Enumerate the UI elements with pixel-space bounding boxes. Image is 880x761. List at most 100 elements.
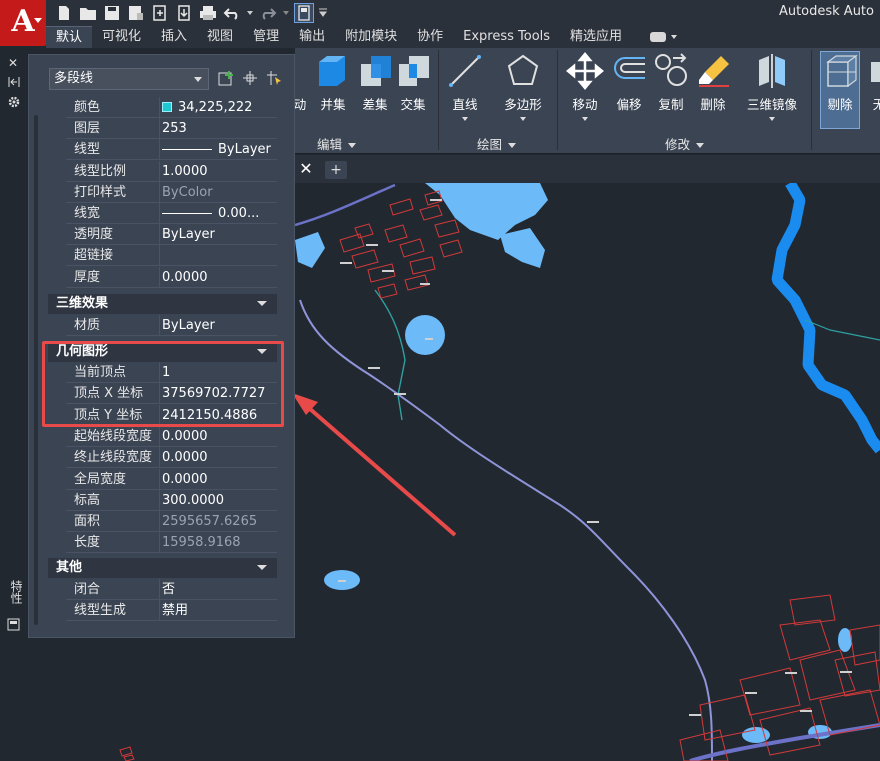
property-row[interactable]: 全局宽度 0.0000 bbox=[66, 468, 277, 490]
tab-visualize[interactable]: 可视化 bbox=[92, 26, 151, 48]
object-type-value: 多段线 bbox=[54, 71, 94, 86]
gear-icon[interactable] bbox=[8, 96, 20, 111]
property-value[interactable]: 34,225,222 bbox=[160, 97, 277, 118]
application-menu-button[interactable]: A bbox=[0, 0, 46, 46]
slice-button[interactable]: 剔除 bbox=[822, 52, 858, 113]
erase-button[interactable]: 删除 bbox=[695, 52, 731, 113]
property-row[interactable]: 图层 253 bbox=[66, 118, 277, 140]
copy-button[interactable]: 复制 bbox=[653, 52, 689, 113]
property-value[interactable]: ByLayer bbox=[160, 315, 277, 336]
property-row[interactable]: 线型 ByLayer bbox=[66, 139, 277, 161]
export-icon[interactable] bbox=[174, 3, 194, 23]
qat-customize-icon[interactable] bbox=[318, 3, 328, 23]
redo-icon[interactable] bbox=[258, 3, 278, 23]
close-icon[interactable]: ✕ bbox=[8, 56, 18, 70]
toggle-pickadd-icon[interactable] bbox=[217, 69, 237, 89]
section-header-3d[interactable]: 三维效果 bbox=[48, 294, 277, 314]
property-row[interactable]: 闭合否 bbox=[66, 579, 277, 600]
select-objects-icon[interactable] bbox=[241, 69, 261, 89]
property-row[interactable]: 超链接 bbox=[66, 245, 277, 267]
property-value[interactable]: ByLayer bbox=[160, 224, 277, 246]
print-icon[interactable] bbox=[198, 3, 218, 23]
mirror3d-button[interactable]: 三维镜像 bbox=[743, 52, 801, 121]
property-value[interactable]: 0.0000 bbox=[160, 468, 277, 490]
new-file-icon[interactable] bbox=[54, 3, 74, 23]
tab-output[interactable]: 输出 bbox=[289, 26, 335, 48]
tab-featured-apps[interactable]: 精选应用 bbox=[560, 26, 632, 48]
property-row[interactable]: 材质 ByLayer bbox=[66, 315, 277, 336]
property-value[interactable]: 0.00... bbox=[160, 203, 277, 224]
save-as-icon[interactable] bbox=[126, 3, 146, 23]
property-value[interactable]: 300.0000 bbox=[160, 489, 277, 511]
panel-label-draw[interactable]: 绘图 bbox=[477, 134, 516, 153]
line-button[interactable]: 直线 bbox=[445, 52, 485, 121]
undo-dropdown-icon[interactable] bbox=[246, 3, 254, 23]
open-folder-icon[interactable] bbox=[78, 3, 98, 23]
property-value[interactable]: 1.0000 bbox=[160, 160, 277, 182]
panel-label-edit[interactable]: 编辑 bbox=[317, 134, 356, 153]
section-header-misc[interactable]: 其他 bbox=[48, 558, 277, 578]
collapse-icon[interactable] bbox=[8, 76, 20, 91]
close-icon[interactable]: ✕ bbox=[295, 159, 317, 181]
property-value[interactable]: 禁用 bbox=[160, 600, 277, 621]
property-row[interactable]: 线宽 0.00... bbox=[66, 203, 277, 224]
workspace-icon[interactable] bbox=[294, 3, 314, 23]
new-tab-button[interactable]: + bbox=[325, 161, 347, 179]
section-header-geometry[interactable]: 几何图形 bbox=[48, 342, 277, 362]
property-value[interactable]: 0.0000 bbox=[160, 425, 277, 447]
palette-menu-icon[interactable] bbox=[7, 618, 20, 634]
property-row[interactable]: 打印样式 ByColor bbox=[66, 181, 277, 203]
property-key: 超链接 bbox=[66, 245, 159, 267]
property-value[interactable]: 2412150.4886 bbox=[160, 404, 277, 426]
import-icon[interactable] bbox=[150, 3, 170, 23]
property-row[interactable]: 标高 300.0000 bbox=[66, 489, 277, 511]
tab-manage[interactable]: 管理 bbox=[243, 26, 289, 48]
section-title: 几何图形 bbox=[56, 344, 109, 359]
tab-view[interactable]: 视图 bbox=[197, 26, 243, 48]
property-row[interactable]: 面积 2595657.6265 bbox=[66, 511, 277, 533]
object-type-select[interactable]: 多段线 bbox=[49, 68, 209, 90]
property-row[interactable]: 颜色 34,225,222 bbox=[66, 97, 277, 118]
tab-addins[interactable]: 附加模块 bbox=[335, 26, 407, 48]
offset-button[interactable]: 偏移 bbox=[611, 52, 647, 113]
quick-select-icon[interactable] bbox=[265, 69, 285, 89]
property-row[interactable]: 线型生成 禁用 bbox=[66, 600, 277, 621]
tab-collaborate[interactable]: 协作 bbox=[407, 26, 453, 48]
property-value[interactable]: 0.0000 bbox=[160, 266, 277, 288]
cut-button[interactable]: 无 bbox=[869, 52, 880, 113]
tab-default[interactable]: 默认 bbox=[46, 26, 93, 48]
property-value[interactable]: 253 bbox=[160, 118, 277, 140]
polygon-button[interactable]: 多边形 bbox=[501, 52, 545, 121]
property-row[interactable]: 顶点 Y 坐标 2412150.4886 bbox=[66, 404, 277, 426]
tab-insert[interactable]: 插入 bbox=[151, 26, 197, 48]
panel-label-modify[interactable]: 修改 bbox=[665, 134, 704, 153]
drawing-canvas[interactable] bbox=[295, 183, 880, 761]
property-row[interactable]: 起始线段宽度 0.0000 bbox=[66, 425, 277, 447]
property-value[interactable]: 37569702.7727 bbox=[160, 383, 277, 405]
property-row[interactable]: 厚度 0.0000 bbox=[66, 266, 277, 288]
property-value[interactable] bbox=[160, 245, 277, 267]
subtract-icon bbox=[357, 52, 395, 90]
property-value[interactable]: ByLayer bbox=[160, 139, 277, 161]
property-value[interactable]: 否 bbox=[160, 579, 277, 600]
property-value[interactable]: 1 bbox=[160, 362, 277, 383]
intersect-button[interactable]: 交集 bbox=[395, 52, 431, 113]
subtract-button[interactable]: 差集 bbox=[357, 52, 393, 113]
undo-icon[interactable] bbox=[222, 3, 242, 23]
redo-dropdown-icon[interactable] bbox=[282, 3, 290, 23]
move-button[interactable]: 移动 bbox=[565, 52, 605, 121]
ribbon-minimize-toggle[interactable] bbox=[650, 26, 678, 48]
property-row[interactable]: 当前顶点 1 bbox=[66, 362, 277, 383]
property-row[interactable]: 透明度 ByLayer bbox=[66, 224, 277, 246]
pond-4 bbox=[241, 693, 255, 717]
save-icon[interactable] bbox=[102, 3, 122, 23]
palette-scrollbar[interactable] bbox=[34, 115, 38, 625]
property-value-text: 0.0000 bbox=[162, 269, 208, 285]
property-row[interactable]: 线型比例 1.0000 bbox=[66, 160, 277, 182]
property-row[interactable]: 长度 15958.9168 bbox=[66, 532, 277, 554]
tab-express-tools[interactable]: Express Tools bbox=[453, 26, 560, 48]
property-row[interactable]: 终止线段宽度 0.0000 bbox=[66, 447, 277, 469]
property-value[interactable]: 0.0000 bbox=[160, 447, 277, 469]
union-button[interactable]: 并集 bbox=[315, 52, 351, 113]
property-row[interactable]: 顶点 X 坐标 37569702.7727 bbox=[66, 383, 277, 405]
